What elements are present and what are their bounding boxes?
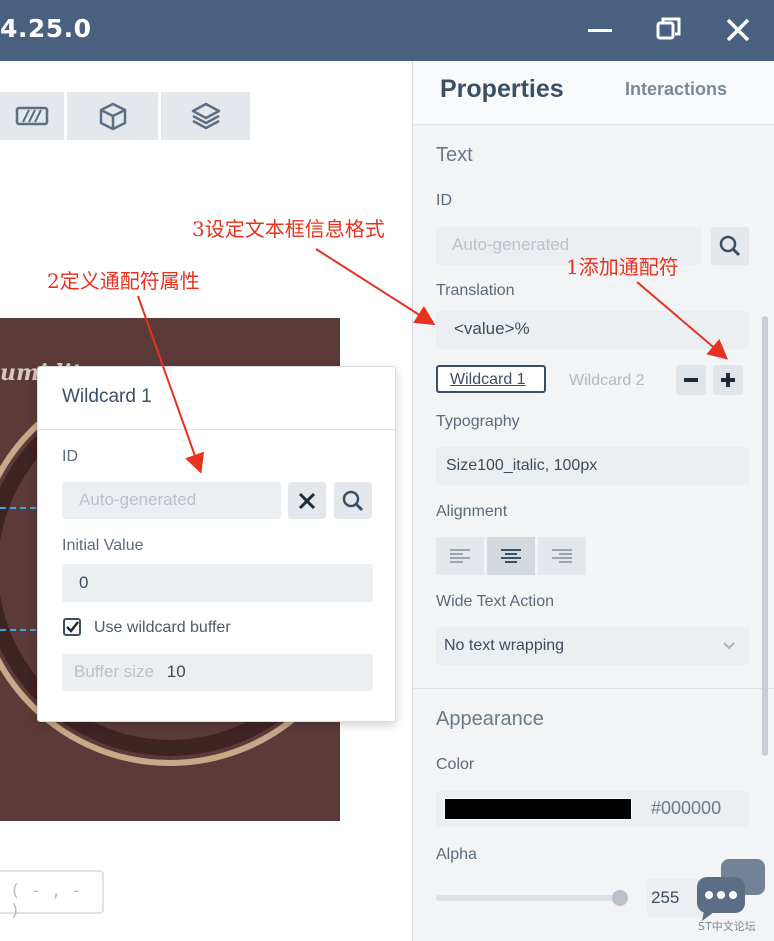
chevron-down-icon	[723, 642, 735, 650]
wildcard-1-chip[interactable]: Wildcard 1	[436, 365, 546, 393]
popup-id-label: ID	[62, 448, 78, 465]
annotation-2: 2定义通配符属性	[47, 269, 200, 293]
alignment-label: Alignment	[436, 503, 508, 520]
popup-divider	[38, 429, 395, 430]
restore-icon	[656, 17, 681, 40]
use-buffer-checkbox[interactable]	[63, 618, 81, 636]
popup-title: Wildcard 1	[62, 386, 152, 407]
maximize-button[interactable]	[651, 12, 687, 48]
text-section-title: Text	[436, 144, 473, 166]
id-label: ID	[436, 192, 452, 209]
panel-tabs: Properties Interactions	[413, 61, 774, 125]
buffer-size-label: Buffer size	[74, 662, 155, 681]
wildcard-popup: Wildcard 1 ID Auto-generated Initial Val…	[37, 366, 396, 722]
search-icon	[719, 235, 741, 257]
translation-label: Translation	[436, 282, 515, 299]
color-label: Color	[436, 756, 475, 773]
wide-text-value: No text wrapping	[444, 637, 565, 654]
color-picker[interactable]: #000000	[436, 791, 749, 827]
tool-3d-button[interactable]	[67, 92, 158, 140]
tab-properties[interactable]: Properties	[440, 75, 564, 104]
align-right-icon	[552, 549, 572, 563]
annotation-3: 3设定文本框信息格式	[192, 217, 385, 241]
tool-layers-button[interactable]	[161, 92, 250, 140]
image-widget-icon	[15, 106, 49, 126]
close-icon	[726, 18, 750, 42]
color-swatch[interactable]	[444, 798, 632, 820]
popup-id-search-button[interactable]	[334, 482, 372, 519]
align-left-button[interactable]	[436, 537, 484, 575]
align-center-icon	[501, 549, 521, 563]
coordinate-readout: ( - , - )	[0, 870, 104, 921]
wide-text-label: Wide Text Action	[436, 593, 554, 610]
alpha-slider-track[interactable]	[436, 895, 626, 901]
alpha-label: Alpha	[436, 846, 477, 863]
initial-value-label: Initial Value	[62, 537, 144, 554]
remove-wildcard-button[interactable]	[676, 365, 706, 395]
cube-icon	[99, 102, 126, 131]
align-center-button[interactable]	[487, 537, 535, 575]
checkmark-icon	[66, 621, 79, 633]
add-wildcard-button[interactable]	[713, 365, 743, 395]
title-bar: 4.25.0	[0, 0, 774, 61]
tab-interactions[interactable]: Interactions	[625, 79, 727, 100]
panel-scrollbar[interactable]	[762, 316, 768, 756]
initial-value-field[interactable]: 0	[62, 564, 373, 602]
buffer-size-field[interactable]: Buffer size 10	[62, 654, 373, 691]
layers-icon	[191, 102, 220, 130]
minimize-icon	[588, 29, 612, 32]
popup-id-field[interactable]: Auto-generated	[62, 482, 281, 519]
chat-bubble-icon	[694, 855, 768, 925]
translation-field[interactable]: <value>%	[436, 311, 749, 349]
window-title: 4.25.0	[0, 14, 92, 43]
minus-icon	[684, 378, 698, 382]
align-right-button[interactable]	[538, 537, 586, 575]
wildcard-2-chip[interactable]: Wildcard 2	[569, 372, 645, 390]
plus-icon	[721, 373, 735, 387]
wide-text-select[interactable]: No text wrapping	[436, 627, 750, 665]
annotation-1: 1添加通配符	[566, 255, 679, 279]
minimize-button[interactable]	[582, 12, 618, 48]
close-icon	[298, 492, 316, 509]
color-hex-value[interactable]: #000000	[651, 798, 721, 819]
alpha-slider-thumb[interactable]	[612, 890, 628, 906]
app-window: 4.25.0 umidit	[0, 0, 774, 941]
search-icon	[342, 490, 364, 511]
buffer-size-value: 10	[166, 662, 186, 681]
popup-id-clear-button[interactable]	[288, 482, 326, 519]
use-buffer-label[interactable]: Use wildcard buffer	[94, 619, 231, 637]
section-divider	[413, 688, 774, 689]
tool-image-button[interactable]	[0, 92, 64, 140]
align-left-icon	[450, 549, 470, 563]
id-search-button[interactable]	[711, 227, 749, 265]
watermark-text: ST中文论坛	[698, 920, 756, 933]
close-button[interactable]	[720, 12, 756, 48]
typography-label: Typography	[436, 413, 520, 430]
typography-select[interactable]: Size100_italic, 100px	[436, 447, 750, 485]
properties-panel: Properties Interactions Text ID Auto-gen…	[412, 61, 774, 941]
appearance-section-title: Appearance	[436, 708, 544, 730]
